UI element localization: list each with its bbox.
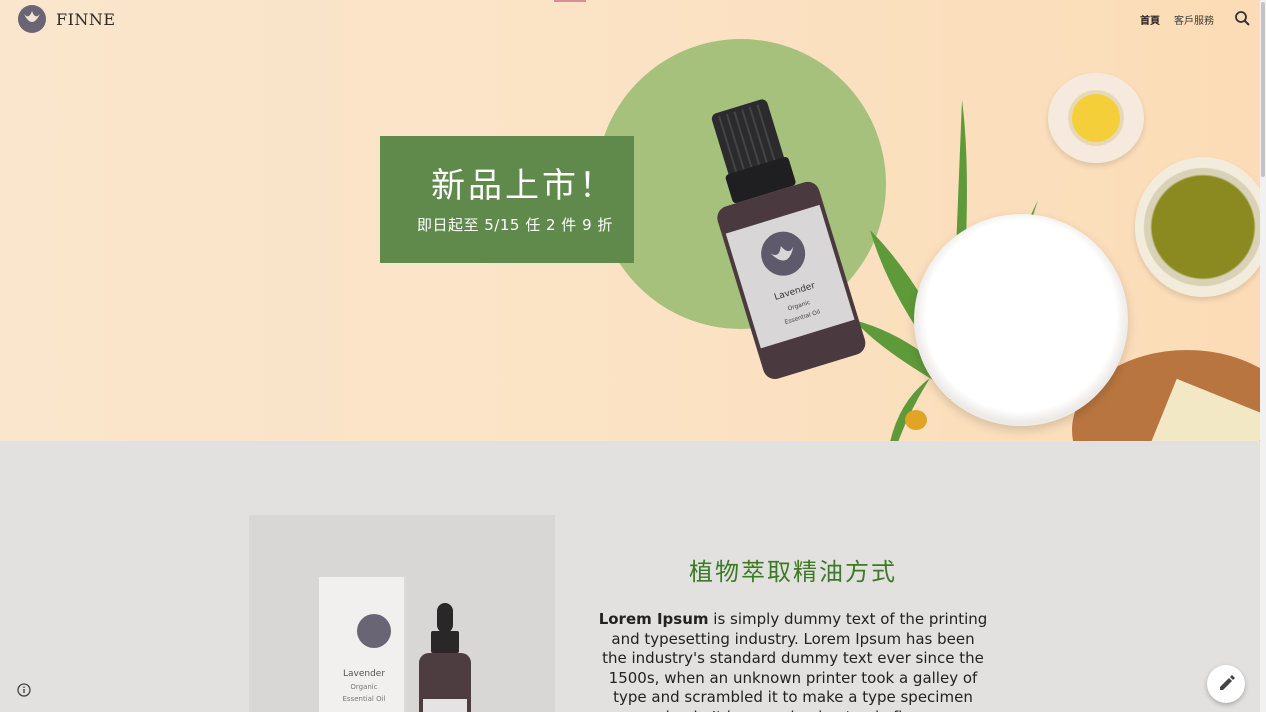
nav-item-customer-service[interactable]: 客戶服務 [1174, 12, 1214, 27]
site-header: FINNE 首頁 客戶服務 [0, 0, 1260, 38]
site-logo[interactable]: FINNE [18, 5, 116, 33]
nav-item-home[interactable]: 首頁 [1140, 12, 1160, 27]
edit-button[interactable] [1207, 665, 1245, 703]
scrollbar-thumb[interactable] [1261, 2, 1265, 177]
cream-jar-image [914, 214, 1128, 426]
search-icon[interactable] [1232, 8, 1254, 30]
box-label: Lavender [342, 669, 386, 679]
hero-banner: Lavender Organic Essential Oil 新品上市！ 即日起… [0, 0, 1260, 441]
scrollbar[interactable] [1260, 0, 1266, 712]
promo-subtitle: 即日起至 5/15 任 2 件 9 折 [417, 216, 613, 234]
box-sublabel-2: Essential Oil [342, 695, 386, 703]
lotus-logo-icon [18, 5, 46, 33]
hemp-leaf-image-2 [890, 378, 930, 441]
brand-name: FINNE [56, 9, 116, 29]
info-icon[interactable] [14, 680, 34, 700]
body-bold-lead: Lorem Ipsum [598, 610, 709, 628]
oil-dish-image [1048, 73, 1144, 163]
dropper-bottle-image [419, 603, 471, 712]
box-sublabel-1: Organic [350, 683, 378, 691]
promo-title: 新品上市！ [431, 166, 616, 206]
box-lotus-logo-icon [357, 614, 391, 648]
promo-banner: 新品上市！ 即日起至 5/15 任 2 件 9 折 [380, 136, 634, 263]
main-nav: 首頁 客戶服務 [1140, 0, 1260, 38]
green-balm-dish-image [1135, 157, 1260, 297]
product-photo: Lavender Organic Essential Oil [249, 515, 555, 712]
pencil-icon [1220, 675, 1235, 690]
section-body: Lorem Ipsum is simply dummy text of the … [598, 610, 988, 712]
section-title: 植物萃取精油方式 [689, 558, 897, 586]
oil-capsule-image [905, 410, 927, 430]
